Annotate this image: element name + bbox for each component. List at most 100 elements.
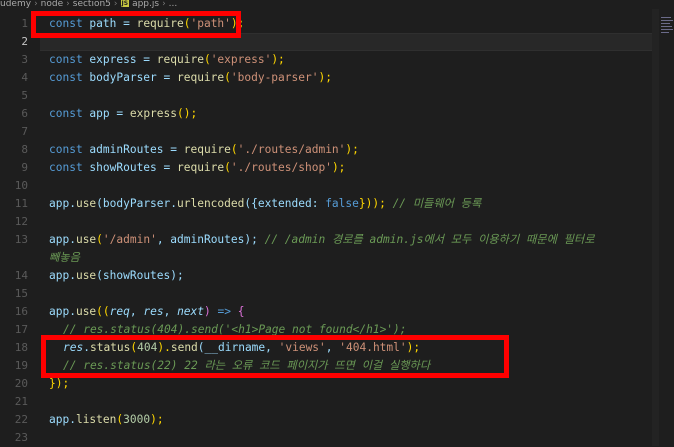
code-token: showRoutes = xyxy=(82,161,177,174)
code-token: express xyxy=(129,107,177,120)
code-token: , xyxy=(163,305,178,318)
line-number: 2 xyxy=(21,35,28,48)
code-token: , xyxy=(129,305,144,318)
line-number-gutter: 1 2 3 4 5 6 7 8 9 10 11 12 13 14 15 16 1… xyxy=(0,9,40,446)
line-number: 5 xyxy=(21,89,28,102)
breadcrumb-item-file[interactable]: app.js xyxy=(132,0,159,9)
minimap-line xyxy=(661,17,671,18)
code-line-13: app.use('/admin', adminRoutes); // /admi… xyxy=(49,231,594,249)
code-line-3: const express = require('express'); xyxy=(49,51,285,69)
code-token: bodyParser = xyxy=(82,71,177,84)
minimap-line xyxy=(661,29,673,30)
code-token: })); xyxy=(358,197,393,210)
minimap-line xyxy=(661,32,669,33)
code-token: use xyxy=(75,269,97,282)
code-token: ( xyxy=(203,53,211,66)
code-token: ); xyxy=(331,161,346,174)
code-token: app. xyxy=(49,197,76,210)
breadcrumb-item-section5[interactable]: section5 xyxy=(73,0,111,9)
breadcrumb-item-node[interactable]: node xyxy=(41,0,63,9)
line-number: 20 xyxy=(14,377,28,390)
breadcrumb-symbol[interactable]: ... xyxy=(169,0,178,9)
code-token: req xyxy=(109,305,130,318)
code-token: require xyxy=(176,71,225,84)
code-token: require xyxy=(156,53,204,66)
code-token: ( xyxy=(224,161,231,174)
code-token: listen xyxy=(75,413,117,426)
line-number: 21 xyxy=(14,395,28,408)
line-number: 22 xyxy=(14,413,28,426)
line-number: 3 xyxy=(21,53,28,66)
code-token: const xyxy=(49,161,83,174)
code-token: app. xyxy=(49,413,76,426)
chevron-right-icon: › xyxy=(66,0,70,9)
code-token: => xyxy=(217,305,231,318)
line-number: 18 xyxy=(14,341,28,354)
code-line-4: const bodyParser = require('body-parser'… xyxy=(49,69,332,87)
vertical-scrollbar[interactable] xyxy=(652,9,659,446)
minimap-line xyxy=(661,23,670,24)
code-token: false xyxy=(325,197,359,210)
highlight-box-require-path xyxy=(31,11,241,38)
code-token: adminRoutes = xyxy=(82,143,184,156)
code-line-9: const showRoutes = require('./routes/sho… xyxy=(49,159,345,177)
minimap-line xyxy=(661,26,672,27)
line-number: 15 xyxy=(14,287,28,300)
code-line-22: app.listen(3000); xyxy=(49,411,164,429)
code-token: require xyxy=(176,161,225,174)
code-token: (); xyxy=(177,107,198,120)
code-editor[interactable]: 1 2 3 4 5 6 7 8 9 10 11 12 13 14 15 16 1… xyxy=(0,9,674,446)
code-token: , adminRoutes); xyxy=(156,233,265,246)
code-token: ); xyxy=(318,71,332,84)
code-token: ); xyxy=(271,53,285,66)
code-token: use xyxy=(75,233,97,246)
chevron-right-icon: › xyxy=(34,0,38,9)
code-token: './routes/shop' xyxy=(230,161,332,174)
code-token: 'body-parser' xyxy=(230,71,319,84)
code-token: app = xyxy=(82,107,130,120)
code-token: ( xyxy=(224,71,231,84)
code-token: './routes/admin' xyxy=(237,143,346,156)
line-number: 10 xyxy=(14,179,28,192)
code-line-8: const adminRoutes = require('./routes/ad… xyxy=(49,141,359,159)
code-token: app. xyxy=(49,269,76,282)
line-number: 16 xyxy=(14,305,28,318)
code-line-6: const app = express(); xyxy=(49,105,197,123)
chevron-right-icon: › xyxy=(113,0,118,9)
code-token: ); xyxy=(150,413,164,426)
code-token: ( xyxy=(96,233,103,246)
line-number: 12 xyxy=(14,215,28,228)
breadcrumb-item-udemy[interactable]: udemy xyxy=(0,0,31,9)
js-file-icon: JS xyxy=(120,0,130,7)
breadcrumb: udemy › node › section5 › JS app.js ›... xyxy=(0,0,674,9)
code-token: '/admin' xyxy=(102,233,157,246)
code-token: app. xyxy=(49,305,76,318)
code-token: require xyxy=(183,143,231,156)
code-comment: // 미들웨어 등록 xyxy=(392,197,482,210)
code-token: use xyxy=(75,197,97,210)
code-token: const xyxy=(49,53,83,66)
code-token: (bodyParser. xyxy=(96,197,177,210)
code-line-13-wrap: 빼놓음 xyxy=(49,251,80,264)
minimap[interactable] xyxy=(659,9,674,446)
line-number: 6 xyxy=(21,107,28,120)
code-token: const xyxy=(49,71,83,84)
line-number: 8 xyxy=(21,143,28,156)
code-token: 'express' xyxy=(210,53,272,66)
code-token: const xyxy=(49,107,83,120)
code-token: const xyxy=(49,143,83,156)
minimap-line xyxy=(661,20,673,21)
code-token: res xyxy=(143,305,164,318)
line-number: 23 xyxy=(14,431,28,444)
code-token: ); xyxy=(345,143,359,156)
highlight-box-send-file xyxy=(41,335,509,378)
code-token: app. xyxy=(49,233,76,246)
code-token: (showRoutes); xyxy=(96,269,184,282)
line-number: 11 xyxy=(14,197,28,210)
line-number: 1 xyxy=(21,17,28,30)
line-number: 4 xyxy=(21,71,28,84)
code-token: { xyxy=(230,305,245,318)
code-token: urlencoded xyxy=(177,197,245,210)
line-number: 17 xyxy=(14,323,28,336)
code-comment: // /admin 경로를 admin.js에서 모두 이용하기 때문에 필터로 xyxy=(264,233,595,246)
